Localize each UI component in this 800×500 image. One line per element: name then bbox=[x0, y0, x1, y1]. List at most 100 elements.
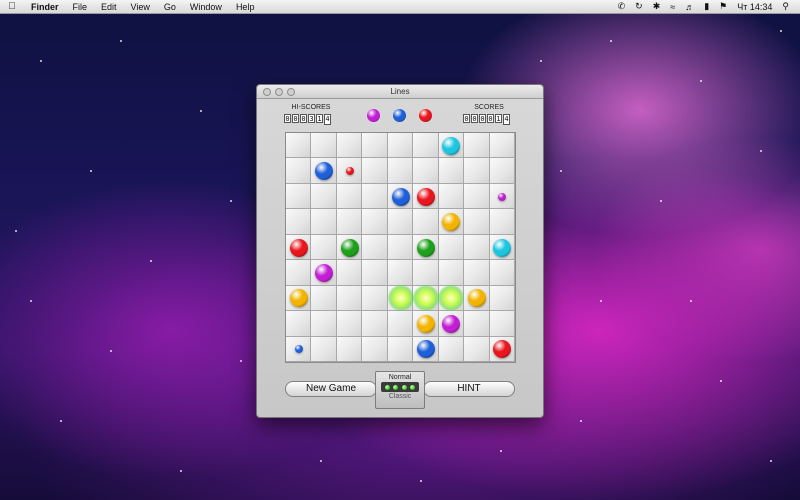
ball-magenta[interactable] bbox=[315, 263, 334, 282]
board-cell[interactable] bbox=[387, 158, 414, 184]
board-cell[interactable] bbox=[387, 336, 414, 362]
board-cell[interactable] bbox=[413, 158, 439, 184]
board-cell[interactable] bbox=[387, 311, 414, 337]
board-cell[interactable] bbox=[336, 133, 363, 159]
menu-file[interactable]: File bbox=[66, 2, 95, 12]
menu-view[interactable]: View bbox=[124, 2, 157, 12]
ball-cyan[interactable] bbox=[493, 238, 512, 257]
flag-icon[interactable]: ⚑ bbox=[714, 1, 732, 12]
board-cell[interactable] bbox=[464, 209, 490, 235]
timemachine-icon[interactable]: ↻ bbox=[630, 1, 648, 12]
board-cell[interactable] bbox=[362, 285, 388, 312]
board-cell[interactable] bbox=[362, 234, 388, 261]
exploding-ball[interactable] bbox=[387, 285, 414, 312]
indicator-light bbox=[384, 384, 390, 390]
board-cell[interactable] bbox=[464, 336, 490, 362]
board-cell[interactable] bbox=[464, 260, 490, 286]
ball-red[interactable] bbox=[289, 238, 308, 257]
board-cell[interactable] bbox=[413, 133, 439, 159]
board-cell[interactable] bbox=[489, 133, 515, 159]
mode-classic-label: Classic bbox=[388, 393, 412, 400]
menu-go[interactable]: Go bbox=[157, 2, 183, 12]
board-cell[interactable] bbox=[362, 311, 388, 337]
ball-magenta[interactable] bbox=[498, 192, 507, 201]
ball-blue[interactable] bbox=[294, 345, 303, 354]
menu-clock[interactable]: Чт 14:34 bbox=[732, 2, 777, 12]
ball-red[interactable] bbox=[416, 187, 435, 206]
mode-selector[interactable]: Normal Classic bbox=[375, 371, 425, 409]
board-cell[interactable] bbox=[489, 311, 515, 337]
phone-icon[interactable]: ✆ bbox=[613, 1, 631, 12]
scores-label: SCORES bbox=[474, 104, 504, 111]
board-cell[interactable] bbox=[286, 311, 312, 337]
board-cell[interactable] bbox=[336, 336, 363, 362]
ball-yellow[interactable] bbox=[416, 314, 435, 333]
board-cell[interactable] bbox=[438, 260, 465, 286]
new-game-button[interactable]: New Game bbox=[285, 381, 377, 397]
board-cell[interactable] bbox=[311, 133, 337, 159]
ball-yellow[interactable] bbox=[289, 289, 308, 308]
board-cell[interactable] bbox=[311, 285, 337, 312]
board-cell[interactable] bbox=[489, 260, 515, 286]
menu-app-finder[interactable]: Finder bbox=[24, 2, 66, 12]
board-cell[interactable] bbox=[438, 234, 465, 261]
hint-button[interactable]: HINT bbox=[423, 381, 515, 397]
bluetooth-icon[interactable]: ✱ bbox=[648, 1, 666, 12]
board-cell[interactable] bbox=[336, 183, 363, 210]
board-cell[interactable] bbox=[362, 158, 388, 184]
board-cell[interactable] bbox=[336, 209, 363, 235]
wifi-icon[interactable]: ≈ bbox=[665, 2, 680, 12]
board-cell[interactable] bbox=[438, 158, 465, 184]
score-digit: 0 bbox=[479, 114, 486, 123]
board-cell[interactable] bbox=[286, 158, 312, 184]
menu-window[interactable]: Window bbox=[183, 2, 229, 12]
board-cell[interactable] bbox=[362, 260, 388, 286]
board-cell[interactable] bbox=[286, 133, 312, 159]
board-cell[interactable] bbox=[413, 209, 439, 235]
board-cell[interactable] bbox=[464, 311, 490, 337]
menu-help[interactable]: Help bbox=[229, 2, 262, 12]
board-cell[interactable] bbox=[311, 336, 337, 362]
board-cell[interactable] bbox=[311, 234, 337, 261]
ball-cyan[interactable] bbox=[442, 136, 461, 155]
board-cell[interactable] bbox=[489, 285, 515, 312]
star bbox=[780, 30, 782, 32]
board-cell[interactable] bbox=[362, 209, 388, 235]
board-cell[interactable] bbox=[464, 234, 490, 261]
board-cell[interactable] bbox=[362, 183, 388, 210]
board-cell[interactable] bbox=[286, 183, 312, 210]
board-cell[interactable] bbox=[336, 311, 363, 337]
ball-green[interactable] bbox=[416, 238, 435, 257]
board-cell[interactable] bbox=[413, 260, 439, 286]
board-cell[interactable] bbox=[336, 260, 363, 286]
board-cell[interactable] bbox=[311, 209, 337, 235]
ball-red[interactable] bbox=[345, 167, 354, 176]
board-cell[interactable] bbox=[387, 209, 414, 235]
game-board[interactable] bbox=[285, 132, 516, 363]
board-cell[interactable] bbox=[286, 209, 312, 235]
board-cell[interactable] bbox=[438, 183, 465, 210]
apple-icon[interactable]:  bbox=[0, 1, 24, 12]
board-cell[interactable] bbox=[489, 209, 515, 235]
menu-edit[interactable]: Edit bbox=[94, 2, 124, 12]
window-titlebar[interactable]: Lines bbox=[257, 85, 543, 99]
board-cell[interactable] bbox=[311, 311, 337, 337]
board-cell[interactable] bbox=[362, 336, 388, 362]
board-cell[interactable] bbox=[362, 133, 388, 159]
board-cell[interactable] bbox=[438, 336, 465, 362]
board-cell[interactable] bbox=[336, 285, 363, 312]
board-cell[interactable] bbox=[311, 183, 337, 210]
ball-blue[interactable] bbox=[391, 187, 410, 206]
board-cell[interactable] bbox=[489, 158, 515, 184]
board-cell[interactable] bbox=[286, 260, 312, 286]
spotlight-icon[interactable]: ⚲ bbox=[777, 1, 794, 12]
board-cell[interactable] bbox=[464, 183, 490, 210]
volume-icon[interactable]: ♬ bbox=[680, 2, 699, 12]
ball-green[interactable] bbox=[340, 238, 359, 257]
board-cell[interactable] bbox=[464, 133, 490, 159]
board-cell[interactable] bbox=[387, 234, 414, 261]
battery-icon[interactable]: ▮ bbox=[699, 1, 714, 12]
board-cell[interactable] bbox=[387, 133, 414, 159]
board-cell[interactable] bbox=[387, 260, 414, 286]
board-cell[interactable] bbox=[464, 158, 490, 184]
